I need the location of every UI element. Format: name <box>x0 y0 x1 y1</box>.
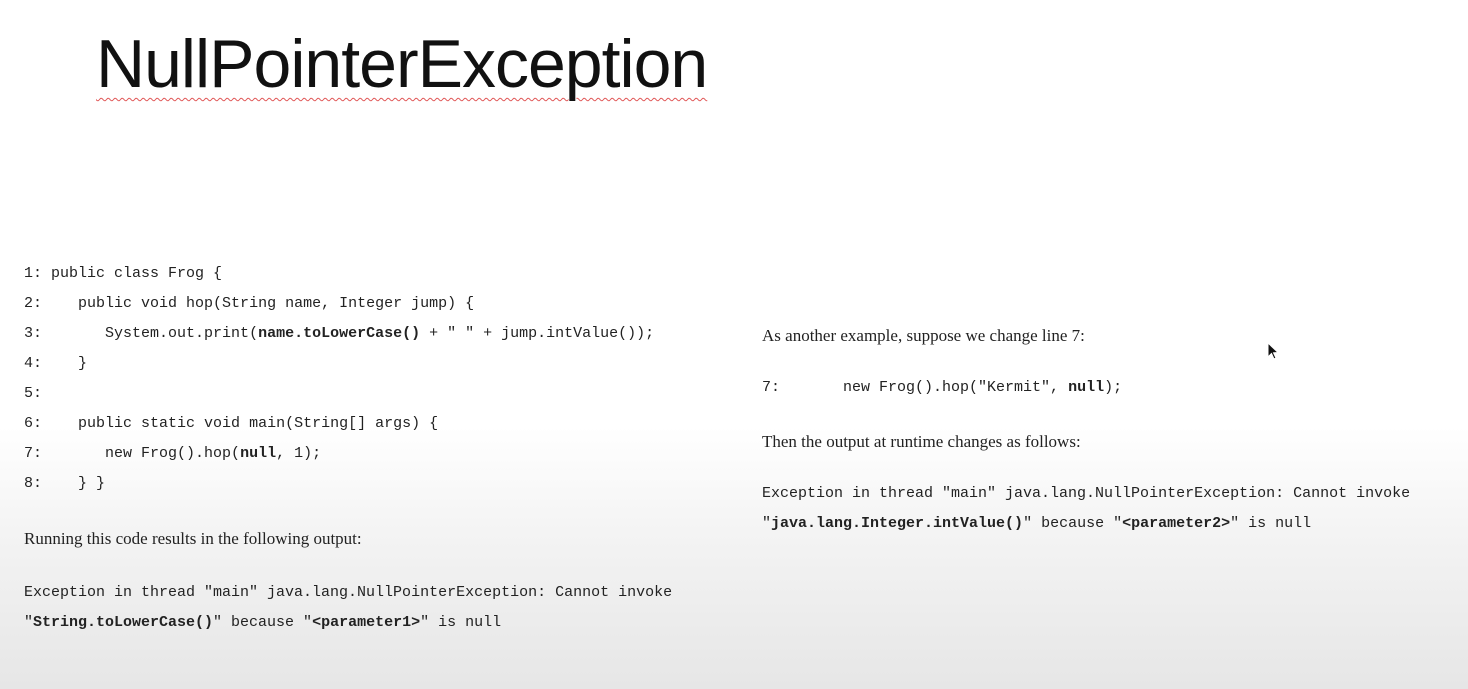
code-line: 6: public static void main(String[] args… <box>24 414 438 434</box>
code-fragment: + " " + jump.intValue()); <box>420 325 655 342</box>
code-emphasis: null <box>1068 379 1105 396</box>
code-text: System.out.print(name.toLowerCase() + " … <box>51 325 654 342</box>
line-number: 2: <box>24 295 43 312</box>
code-line: 4: } <box>24 354 87 374</box>
code-fragment: public class Frog { <box>51 265 223 282</box>
line-number: 5: <box>24 385 43 402</box>
code-fragment: } <box>51 355 88 372</box>
mouse-pointer-icon <box>1267 342 1279 360</box>
example-intro: As another example, suppose we change li… <box>762 326 1085 345</box>
code-text: public static void main(String[] args) { <box>51 415 438 432</box>
line-number: 6: <box>24 415 43 432</box>
code-fragment: System.out.print( <box>51 325 259 342</box>
line-number: 1: <box>24 265 43 282</box>
line-number: 3: <box>24 325 43 342</box>
code-text: public class Frog { <box>51 265 222 282</box>
code-emphasis: <parameter1> <box>312 614 421 631</box>
code-fragment: , 1); <box>276 445 322 462</box>
code-emphasis: java.lang.Integer.intValue() <box>771 515 1024 532</box>
line-number: 4: <box>24 355 43 372</box>
code-fragment: public void hop(String name, Integer jum… <box>51 295 475 312</box>
code-fragment: " because " <box>1023 515 1123 532</box>
code-fragment: public static void main(String[] args) { <box>51 415 439 432</box>
code-fragment: Exception in thread "main" java.lang.Nul… <box>24 584 673 601</box>
code-line: 2: public void hop(String name, Integer … <box>24 294 474 314</box>
output-line: "String.toLowerCase()" because "<paramet… <box>24 613 501 633</box>
code-line: 3: System.out.print(name.toLowerCase() +… <box>24 324 654 344</box>
output-line: "java.lang.Integer.intValue()" because "… <box>762 514 1311 534</box>
code-line: 5: <box>24 384 51 404</box>
code-fragment: " is null <box>1230 515 1312 532</box>
code-emphasis: null <box>240 445 277 462</box>
code-fragment: " because " <box>213 614 313 631</box>
code-text: } <box>51 355 87 372</box>
code-line: 7: new Frog().hop(null, 1); <box>24 444 321 464</box>
output-line: Exception in thread "main" java.lang.Nul… <box>24 583 672 603</box>
code-line: 1: public class Frog { <box>24 264 222 284</box>
code-fragment: Exception in thread "main" java.lang.Nul… <box>762 485 1411 502</box>
code-fragment: } } <box>51 475 106 492</box>
output-line: Exception in thread "main" java.lang.Nul… <box>762 484 1410 504</box>
code-text: } } <box>51 475 105 492</box>
code-text: public void hop(String name, Integer jum… <box>51 295 474 312</box>
code-text: new Frog().hop(null, 1); <box>51 445 321 462</box>
code-emphasis: String.toLowerCase() <box>33 614 214 631</box>
code-fragment: " <box>762 515 772 532</box>
page-title: NullPointerException <box>96 26 708 102</box>
code-fragment: new Frog().hop( <box>51 445 241 462</box>
result-description: Running this code results in the followi… <box>24 529 362 548</box>
code-emphasis: <parameter2> <box>1122 515 1231 532</box>
code-fragment: " <box>24 614 34 631</box>
code-emphasis: name.toLowerCase() <box>258 325 421 342</box>
code-fragment: 7: new Frog().hop("Kermit", <box>762 379 1069 396</box>
code-fragment: " is null <box>420 614 502 631</box>
line-number: 7: <box>24 445 43 462</box>
code-fragment: ); <box>1104 379 1123 396</box>
line-number: 8: <box>24 475 43 492</box>
code-line: 8: } } <box>24 474 105 494</box>
code-line: 7: new Frog().hop("Kermit", null); <box>762 378 1122 398</box>
output-change-description: Then the output at runtime changes as fo… <box>762 432 1081 451</box>
